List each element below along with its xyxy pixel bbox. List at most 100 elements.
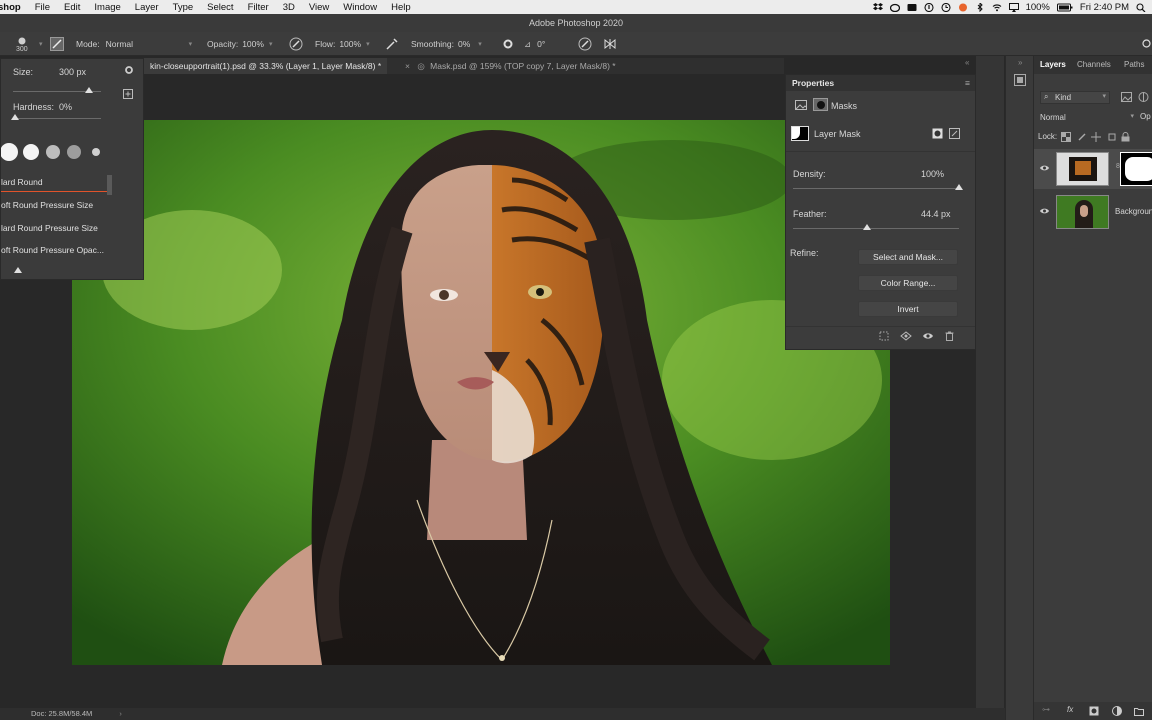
menu-layer[interactable]: Layer bbox=[128, 2, 166, 13]
visibility-eye-icon[interactable] bbox=[1039, 164, 1050, 172]
lock-transparent-pixels-icon[interactable] bbox=[1061, 132, 1071, 142]
spotlight-search-icon[interactable] bbox=[1136, 2, 1146, 12]
lock-all-icon[interactable] bbox=[1121, 132, 1130, 142]
layer-thumbnail[interactable] bbox=[1056, 195, 1109, 229]
tab-paths[interactable]: Paths bbox=[1124, 56, 1144, 74]
layer-opacity-label[interactable]: Op bbox=[1140, 112, 1151, 121]
filter-adjustment-icon[interactable] bbox=[1138, 92, 1149, 102]
toggle-brush-settings-button[interactable] bbox=[50, 32, 64, 56]
lock-artboard-icon[interactable] bbox=[1107, 132, 1117, 142]
layer-row-tiger[interactable]: 8 bbox=[1034, 149, 1152, 189]
menu-window[interactable]: Window bbox=[336, 2, 384, 13]
add-mask-icon[interactable] bbox=[1089, 706, 1099, 716]
density-value[interactable]: 100% bbox=[921, 169, 944, 179]
preset-list-scrollbar[interactable] bbox=[107, 175, 112, 195]
smoothing-input[interactable]: 0% bbox=[458, 39, 470, 49]
menu-view[interactable]: View bbox=[302, 2, 336, 13]
airbrush-toggle[interactable] bbox=[385, 32, 399, 56]
feather-value[interactable]: 44.4 px bbox=[921, 209, 951, 219]
creative-cloud-icon[interactable] bbox=[889, 3, 900, 12]
battery-icon[interactable] bbox=[1056, 3, 1073, 12]
visibility-eye-icon[interactable] bbox=[1039, 207, 1050, 215]
document-size-info[interactable]: Doc: 25.8M/58.4M bbox=[31, 709, 92, 718]
new-group-icon[interactable] bbox=[1134, 706, 1144, 716]
info-icon[interactable] bbox=[924, 2, 934, 12]
menu-3d[interactable]: 3D bbox=[276, 2, 302, 13]
collapse-dock-icon[interactable]: » bbox=[1018, 58, 1022, 67]
feather-slider-knob[interactable] bbox=[862, 224, 871, 230]
status-chevron-icon[interactable]: › bbox=[119, 709, 122, 718]
menu-filter[interactable]: Filter bbox=[241, 2, 276, 13]
trash-icon[interactable] bbox=[945, 331, 954, 341]
popup-resize-handle[interactable] bbox=[14, 267, 22, 273]
density-slider-knob[interactable] bbox=[955, 184, 963, 190]
layer-filter-select[interactable]: ⌕ Kind ▾ bbox=[1040, 91, 1110, 104]
menu-select[interactable]: Select bbox=[200, 2, 240, 13]
visibility-eye-icon[interactable] bbox=[922, 332, 934, 340]
bluetooth-icon[interactable] bbox=[975, 2, 985, 12]
chevron-down-icon[interactable]: ▾ bbox=[189, 40, 193, 48]
menu-image[interactable]: Image bbox=[87, 2, 127, 13]
settings-gear-icon[interactable] bbox=[124, 65, 134, 75]
preset-hard-round-pressure-size[interactable]: lard Round Pressure Size bbox=[1, 218, 107, 238]
screen-recorder-icon[interactable] bbox=[907, 3, 917, 12]
menu-file[interactable]: File bbox=[28, 2, 57, 13]
pixel-mask-icon[interactable] bbox=[795, 100, 807, 110]
add-pixel-mask-icon[interactable] bbox=[932, 128, 943, 139]
layer-style-icon[interactable]: fx bbox=[1067, 705, 1073, 714]
brush-tip-swatches[interactable] bbox=[0, 141, 111, 163]
tab-channels[interactable]: Channels bbox=[1077, 56, 1111, 74]
smoothing-chevron-icon[interactable]: ▾ bbox=[478, 40, 482, 48]
invert-button[interactable]: Invert bbox=[858, 301, 958, 317]
hardness-slider[interactable] bbox=[13, 118, 101, 119]
close-tab-icon[interactable]: × bbox=[405, 61, 410, 71]
document-canvas-image[interactable] bbox=[72, 120, 890, 665]
opacity-chevron-icon[interactable]: ▾ bbox=[269, 40, 273, 48]
dropbox-icon[interactable] bbox=[872, 2, 883, 12]
brush-preset-picker[interactable]: 300 bbox=[16, 32, 28, 56]
filter-image-icon[interactable] bbox=[1121, 92, 1132, 102]
pressure-size-toggle[interactable] bbox=[578, 32, 592, 56]
mode-select[interactable]: Normal bbox=[106, 39, 186, 49]
select-and-mask-button[interactable]: Select and Mask... bbox=[858, 249, 958, 265]
layer-mask-thumbnail[interactable] bbox=[1120, 152, 1152, 186]
app-menu[interactable]: shop bbox=[0, 2, 28, 13]
lock-image-pixels-icon[interactable] bbox=[1077, 132, 1087, 142]
brush-angle-control[interactable]: ⊿ 0° bbox=[524, 32, 545, 56]
smoothing-options-button[interactable] bbox=[502, 32, 514, 56]
pressure-opacity-toggle[interactable] bbox=[289, 32, 303, 56]
preset-hard-round[interactable]: lard Round bbox=[1, 172, 107, 192]
load-selection-icon[interactable] bbox=[879, 331, 889, 341]
clock[interactable]: Fri 2:40 PM bbox=[1080, 2, 1129, 13]
density-slider[interactable] bbox=[793, 188, 959, 189]
history-icon[interactable] bbox=[941, 2, 951, 12]
preset-soft-round-pressure-opacity[interactable]: oft Round Pressure Opac... bbox=[1, 240, 107, 260]
layer-thumbnail[interactable] bbox=[1056, 152, 1109, 186]
blend-mode-select[interactable]: Normal ▾ bbox=[1040, 112, 1134, 124]
link-layers-icon[interactable]: ⊶ bbox=[1042, 705, 1050, 714]
new-preset-icon[interactable] bbox=[123, 89, 133, 99]
angle-input[interactable]: 0° bbox=[537, 39, 545, 49]
apply-mask-icon[interactable] bbox=[900, 331, 912, 341]
size-slider-knob[interactable] bbox=[85, 87, 93, 93]
properties-panel-icon[interactable] bbox=[1014, 74, 1026, 86]
flow-input[interactable]: 100% bbox=[339, 39, 361, 49]
brush-picker-chevron[interactable]: ▾ bbox=[36, 32, 43, 56]
add-vector-mask-icon[interactable] bbox=[949, 128, 960, 139]
collapse-panels-icon[interactable]: « bbox=[965, 58, 969, 67]
preset-soft-round-pressure-size[interactable]: oft Round Pressure Size bbox=[1, 195, 107, 215]
feather-slider[interactable] bbox=[793, 228, 959, 229]
tab-active-document[interactable]: kin-closeupportrait(1).psd @ 33.3% (Laye… bbox=[144, 58, 388, 74]
adjustment-layer-icon[interactable] bbox=[1112, 706, 1122, 716]
tab-layers[interactable]: Layers bbox=[1040, 56, 1066, 74]
color-range-button[interactable]: Color Range... bbox=[858, 275, 958, 291]
lock-position-icon[interactable] bbox=[1091, 132, 1101, 142]
flow-chevron-icon[interactable]: ▾ bbox=[366, 40, 370, 48]
opacity-input[interactable]: 100% bbox=[242, 39, 264, 49]
wifi-icon[interactable] bbox=[992, 3, 1002, 12]
panel-menu-icon[interactable]: ≡ bbox=[965, 75, 970, 91]
size-value-input[interactable]: 300 px bbox=[59, 67, 86, 77]
tab-mask-document[interactable]: × ◎ Mask.psd @ 159% (TOP copy 7, Layer M… bbox=[405, 58, 616, 74]
symmetry-button[interactable] bbox=[603, 32, 617, 56]
airplay-icon[interactable] bbox=[1008, 2, 1019, 12]
